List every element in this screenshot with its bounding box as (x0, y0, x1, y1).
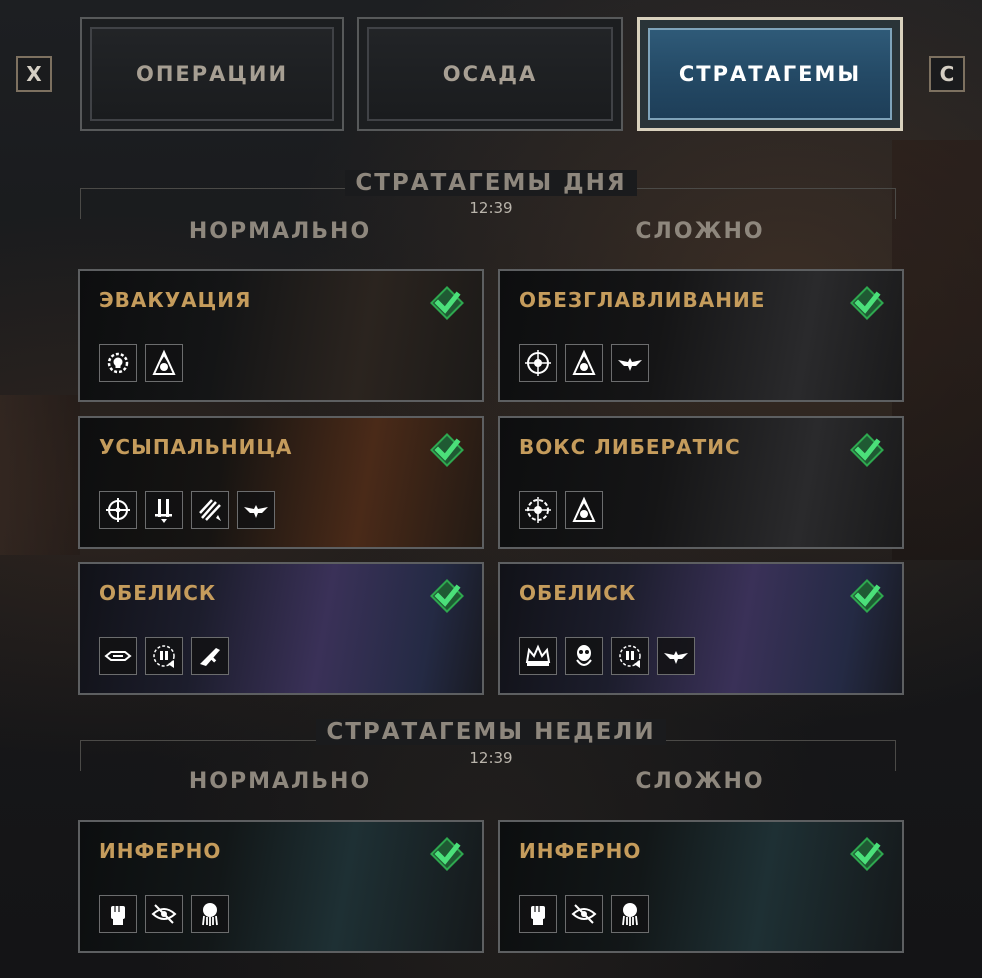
stratagem-card-title: ИНФЕРНО (519, 839, 642, 863)
stratagem-card-title: ОБЕЛИСК (99, 581, 217, 605)
stratagem-card-title: УСЫПАЛЬНИЦА (99, 435, 293, 459)
eye-slash-icon[interactable] (145, 895, 183, 933)
weekly-section-title: СТРАТАГЕМЫ НЕДЕЛИ (0, 719, 982, 745)
stratagem-card[interactable]: УСЫПАЛЬНИЦА (78, 416, 484, 549)
stratagem-card[interactable]: ЭВАКУАЦИЯ (78, 269, 484, 402)
completed-check-icon (850, 579, 884, 613)
stratagem-card[interactable]: ОБЕЛИСК (78, 562, 484, 695)
gear-skull-icon[interactable] (99, 344, 137, 382)
tab-stratagems[interactable]: СТРАТАГЕМЫ (637, 17, 903, 131)
completed-check-icon (850, 837, 884, 871)
modifier-icons (99, 344, 183, 382)
crosshair-gear-icon[interactable] (519, 491, 557, 529)
stratagem-card[interactable]: ОБЕЗГЛАВЛИВАНИЕ (498, 269, 904, 402)
crown-icon[interactable] (519, 637, 557, 675)
completed-check-icon (430, 579, 464, 613)
tab-operations-label: ОПЕРАЦИИ (90, 27, 334, 121)
weekly-normal-heading: НОРМАЛЬНО (188, 769, 372, 794)
eagle-icon[interactable] (657, 637, 695, 675)
tentacle-skull-icon[interactable] (611, 895, 649, 933)
hooded-figure-icon[interactable] (565, 344, 603, 382)
blade-wide-icon[interactable] (99, 637, 137, 675)
claw-slash-icon[interactable] (191, 491, 229, 529)
hooded-figure-icon[interactable] (565, 491, 603, 529)
daily-section-title: СТРАТАГЕМЫ ДНЯ (0, 170, 982, 196)
next-tab-key[interactable]: C (929, 56, 965, 92)
completed-check-icon (850, 286, 884, 320)
weekly-timer: 12:39 (469, 749, 513, 767)
modifier-icons (519, 344, 649, 382)
tab-siege[interactable]: ОСАДА (357, 17, 623, 131)
stratagem-card-title: ОБЕЗГЛАВЛИВАНИЕ (519, 288, 766, 312)
modifier-icons (519, 637, 695, 675)
modifier-icons (519, 491, 603, 529)
completed-check-icon (850, 433, 884, 467)
skull-robed-icon[interactable] (565, 637, 603, 675)
fist-icon[interactable] (519, 895, 557, 933)
hooded-figure-icon[interactable] (145, 344, 183, 382)
completed-check-icon (430, 837, 464, 871)
crosshair-skull-icon[interactable] (519, 344, 557, 382)
eagle-icon[interactable] (237, 491, 275, 529)
eye-slash-icon[interactable] (565, 895, 603, 933)
daily-timer: 12:39 (469, 199, 513, 217)
modifier-icons (99, 491, 275, 529)
modifier-icons (99, 637, 229, 675)
modifier-icons (99, 895, 229, 933)
completed-check-icon (430, 286, 464, 320)
prev-tab-key[interactable]: X (16, 56, 52, 92)
crosshair-icon[interactable] (99, 491, 137, 529)
weekly-hard-heading: СЛОЖНО (635, 769, 765, 794)
stratagem-card[interactable]: ИНФЕРНО (498, 820, 904, 953)
eagle-icon[interactable] (611, 344, 649, 382)
stratagem-card[interactable]: ОБЕЛИСК (498, 562, 904, 695)
tentacle-skull-icon[interactable] (191, 895, 229, 933)
stratagem-card-title: ОБЕЛИСК (519, 581, 637, 605)
stratagem-card[interactable]: ВОКС ЛИБЕРАТИС (498, 416, 904, 549)
sword-down-icon[interactable] (145, 491, 183, 529)
background-pipes (0, 395, 80, 555)
daily-hard-heading: СЛОЖНО (635, 219, 765, 244)
stratagem-card-title: ВОКС ЛИБЕРАТИС (519, 435, 741, 459)
stratagem-card-title: ЭВАКУАЦИЯ (99, 288, 252, 312)
crosshair-gun-icon[interactable] (611, 637, 649, 675)
tab-operations[interactable]: ОПЕРАЦИИ (80, 17, 344, 131)
fist-icon[interactable] (99, 895, 137, 933)
tab-stratagems-label: СТРАТАГЕМЫ (648, 28, 892, 120)
bolter-icon[interactable] (191, 637, 229, 675)
modifier-icons (519, 895, 649, 933)
daily-normal-heading: НОРМАЛЬНО (188, 219, 372, 244)
crosshair-gun-icon[interactable] (145, 637, 183, 675)
completed-check-icon (430, 433, 464, 467)
stratagem-card-title: ИНФЕРНО (99, 839, 222, 863)
tab-siege-label: ОСАДА (367, 27, 613, 121)
stratagem-card[interactable]: ИНФЕРНО (78, 820, 484, 953)
